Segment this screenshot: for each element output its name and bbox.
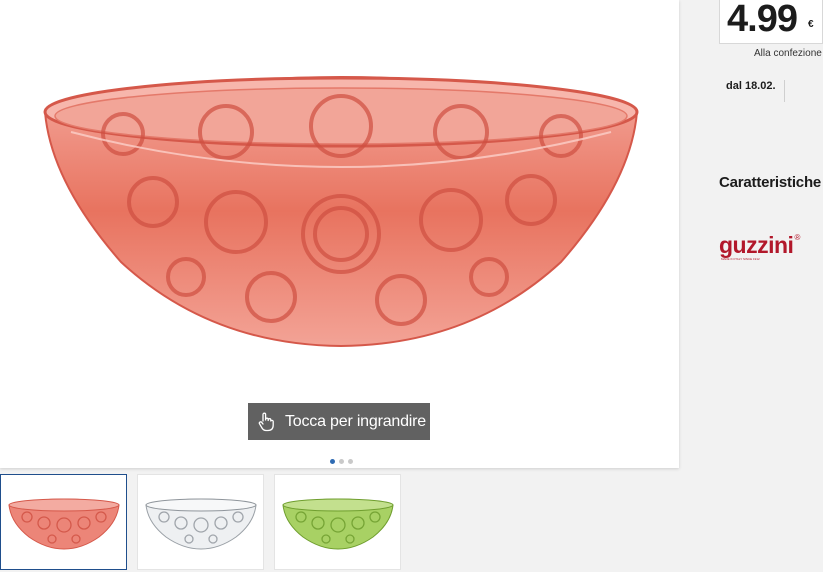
hand-tap-icon — [258, 412, 274, 431]
brand-logo[interactable]: guzzini ® MADE IN ITALY SINCE 1912 — [719, 232, 801, 261]
price-unit: Alla confezione — [754, 48, 822, 59]
carousel-dot-1[interactable] — [330, 459, 335, 464]
product-image-stage[interactable]: Tocca per ingrandire — [0, 0, 679, 468]
thumbnail-image — [282, 498, 394, 550]
price-asterisk: * — [810, 0, 814, 6]
thumbnail-image — [8, 498, 120, 550]
carousel-dot-3[interactable] — [348, 459, 353, 464]
zoom-button-label: Tocca per ingrandire — [285, 412, 426, 430]
brand-name: guzzini — [719, 232, 794, 258]
thumbnail-green-bowl[interactable] — [274, 474, 401, 570]
zoom-button[interactable]: Tocca per ingrandire — [248, 403, 430, 440]
thumbnail-red-bowl[interactable] — [0, 474, 127, 570]
product-info-panel: 4.99 * € Alla confezione dal 18.02. Cara… — [680, 0, 823, 572]
price-currency: € — [808, 19, 814, 30]
availability-date: dal 18.02. — [726, 80, 785, 102]
carousel-dot-2[interactable] — [339, 459, 344, 464]
brand-tagline: MADE IN ITALY SINCE 1912 — [721, 257, 760, 261]
price-box: 4.99 * € — [719, 0, 823, 44]
features-heading[interactable]: Caratteristiche — [719, 174, 821, 191]
price-value: 4.99 — [727, 0, 798, 40]
brand-registered-mark: ® — [794, 233, 801, 242]
product-image-red-bowl[interactable] — [38, 62, 644, 352]
thumbnail-clear-bowl[interactable] — [137, 474, 264, 570]
thumbnail-image — [145, 498, 257, 550]
carousel-dots — [330, 459, 353, 464]
